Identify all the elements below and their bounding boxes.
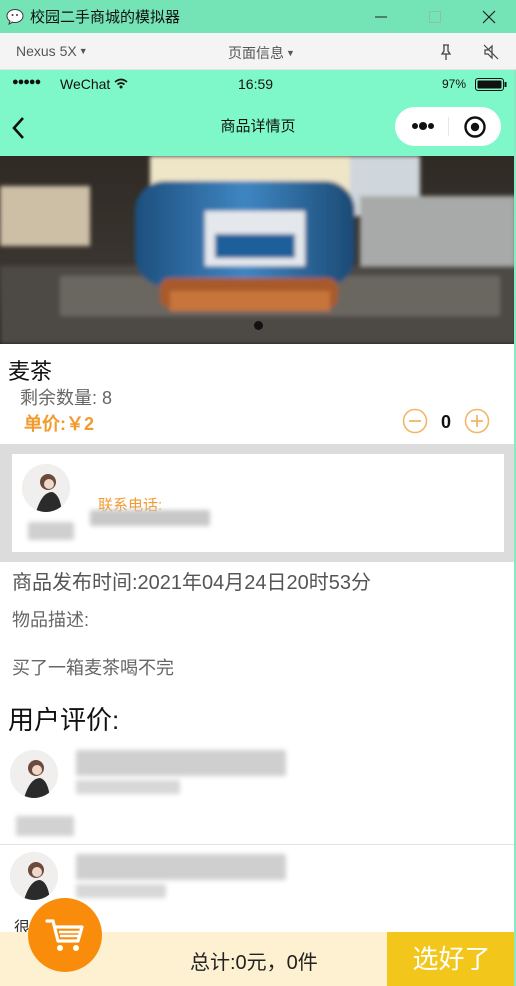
close-icon bbox=[482, 10, 496, 23]
chevron-down-icon: ▼ bbox=[78, 46, 88, 56]
avatar-image bbox=[10, 852, 58, 900]
redacted-seller-name bbox=[28, 522, 74, 540]
stock-row: 剩余数量: 8 bbox=[20, 384, 112, 410]
review-item bbox=[0, 744, 516, 845]
capsule-divider bbox=[448, 117, 449, 136]
window-title: 校园二手商城的模拟器 bbox=[30, 9, 181, 26]
seller-section: 联系电话: bbox=[0, 444, 516, 562]
reviewer-avatar bbox=[10, 750, 58, 798]
unit-price: 单价:￥2 bbox=[24, 414, 95, 434]
product-image[interactable] bbox=[0, 156, 516, 344]
simulator-titlebar: 校园二手商城的模拟器 bbox=[0, 0, 516, 33]
status-time: 16:59 bbox=[238, 76, 274, 92]
redacted-review-text bbox=[76, 750, 286, 776]
reviews-title: 用户评价: bbox=[8, 705, 120, 735]
minimize-icon bbox=[375, 16, 387, 17]
phone-status-bar: ●●●●● WeChat 16:59 97% bbox=[0, 70, 516, 98]
avatar-image bbox=[10, 750, 58, 798]
maximize-icon bbox=[429, 10, 441, 23]
quantity-value: 0 bbox=[440, 412, 451, 432]
quantity-increase-button[interactable] bbox=[464, 408, 490, 434]
close-miniprogram-icon[interactable] bbox=[463, 115, 487, 139]
avatar-image bbox=[22, 464, 70, 512]
product-name: 麦茶 bbox=[8, 359, 53, 384]
stock-label: 剩余数量: bbox=[20, 388, 98, 408]
battery-percent: 97% bbox=[442, 77, 467, 91]
mute-icon[interactable] bbox=[482, 43, 500, 61]
page-info-select[interactable]: 页面信息 ▼ bbox=[228, 43, 295, 63]
wechat-logo-icon bbox=[6, 8, 24, 25]
nav-bar: 商品详情页 bbox=[0, 98, 516, 156]
description-text: 买了一箱麦茶喝不完 bbox=[12, 658, 174, 678]
description-label: 物品描述: bbox=[12, 610, 90, 630]
battery-icon bbox=[475, 78, 507, 91]
checkout-button[interactable]: 选好了 bbox=[387, 932, 516, 986]
reviewer-avatar bbox=[10, 852, 58, 900]
maximize-button[interactable] bbox=[408, 0, 462, 33]
redacted-review-text bbox=[76, 854, 286, 880]
simulator-toolbar: Nexus 5X ▼ 页面信息 ▼ bbox=[0, 33, 516, 70]
pin-icon[interactable] bbox=[437, 43, 455, 61]
cart-button[interactable] bbox=[28, 898, 102, 972]
seller-avatar bbox=[22, 464, 70, 512]
more-options-icon[interactable] bbox=[409, 115, 437, 137]
stock-value: 8 bbox=[102, 388, 113, 408]
capsule-menu bbox=[395, 107, 501, 146]
redacted-phone-number bbox=[90, 510, 210, 526]
shopping-cart-icon bbox=[45, 919, 84, 951]
publish-time: 商品发布时间:2021年04月24日20时53分 bbox=[12, 572, 372, 594]
chevron-down-icon: ▼ bbox=[286, 48, 295, 58]
signal-icon: ●●●●● bbox=[12, 76, 41, 88]
page-info-label: 页面信息 bbox=[228, 45, 284, 61]
device-label: Nexus 5X bbox=[16, 43, 77, 59]
redacted-reviewer-name bbox=[16, 816, 74, 836]
redacted-review-date bbox=[76, 884, 166, 898]
cart-total: 总计:0元，0件 bbox=[190, 952, 318, 974]
close-window-button[interactable] bbox=[462, 0, 516, 33]
minimize-button[interactable] bbox=[354, 0, 408, 33]
redacted-review-date bbox=[76, 780, 180, 794]
wifi-icon bbox=[114, 78, 128, 89]
seller-card[interactable]: 联系电话: bbox=[12, 454, 504, 552]
device-select[interactable]: Nexus 5X ▼ bbox=[16, 43, 88, 59]
carousel-dot[interactable] bbox=[254, 321, 263, 330]
carrier-name: WeChat bbox=[60, 76, 111, 92]
quantity-decrease-button[interactable] bbox=[402, 408, 428, 434]
